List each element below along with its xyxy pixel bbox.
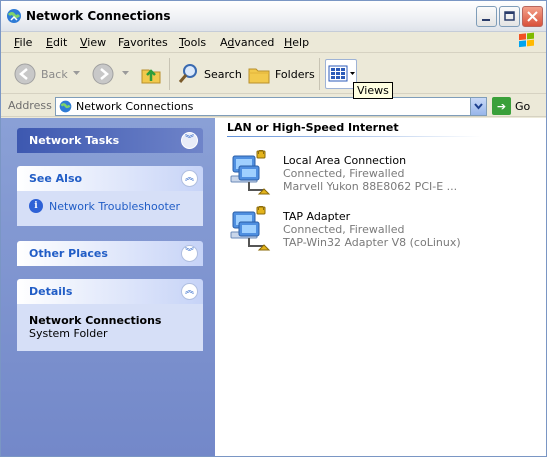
file-list-pane: LAN or High-Speed Internet Local Area Co… [215, 118, 546, 456]
menu-view[interactable]: View [80, 36, 106, 49]
toolbar-separator [319, 58, 320, 90]
network-troubleshooter-link[interactable]: i Network Troubleshooter [29, 199, 191, 213]
network-connections-icon [7, 9, 21, 23]
search-button[interactable]: Search [176, 60, 242, 88]
go-arrow-icon: ➔ [492, 97, 511, 115]
expand-chevron-icon[interactable]: ︾ [181, 132, 198, 149]
details-panel: Details ︽ Network Connections System Fol… [17, 279, 203, 351]
collapse-chevron-icon[interactable]: ︽ [181, 170, 198, 187]
menu-tools[interactable]: Tools [179, 36, 206, 49]
folders-icon [248, 68, 270, 84]
address-bar: Address Network Connections ➔ Go [1, 95, 546, 117]
lan-connection-icon [230, 206, 271, 251]
group-header: LAN or High-Speed Internet [227, 121, 399, 134]
network-tasks-panel: Network Tasks ︾ [17, 128, 203, 153]
lan-connection-icon [230, 150, 271, 195]
go-label: Go [515, 99, 531, 113]
explorer-window: Network Connections File Edit View Favor… [0, 0, 547, 457]
back-arrow-icon [14, 63, 36, 85]
connection-name: TAP Adapter [283, 210, 351, 223]
menu-bar: File Edit View Favorites Tools Advanced … [1, 32, 546, 53]
connection-device: Marvell Yukon 88E8062 PCI-E ... [283, 180, 458, 193]
forward-button[interactable] [91, 60, 115, 88]
see-also-panel: See Also ︽ i Network Troubleshooter [17, 166, 203, 226]
views-dropdown-icon [350, 72, 355, 75]
forward-dropdown-icon[interactable] [122, 71, 129, 76]
see-also-title: See Also [29, 172, 83, 185]
menu-file[interactable]: File [14, 36, 32, 49]
close-button[interactable] [522, 6, 543, 27]
group-divider [227, 136, 482, 137]
info-icon: i [29, 199, 43, 213]
chevron-down-icon [474, 103, 483, 110]
menu-edit[interactable]: Edit [46, 36, 67, 49]
back-button[interactable]: Back [13, 60, 68, 88]
folders-label: Folders [275, 67, 315, 81]
title-bar: Network Connections [1, 1, 546, 32]
other-places-header[interactable]: Other Places ︾ [17, 241, 203, 266]
expand-chevron-icon[interactable]: ︾ [181, 245, 198, 262]
views-grid-icon [328, 65, 355, 82]
details-header[interactable]: Details ︽ [17, 279, 203, 304]
windows-logo-icon [519, 32, 534, 48]
menu-favorites[interactable]: Favorites [118, 36, 168, 49]
toolbar-separator [169, 58, 170, 90]
minimize-icon [482, 19, 490, 21]
connection-device: TAP-Win32 Adapter V8 (coLinux) [283, 236, 461, 249]
connection-item[interactable]: TAP Adapter Connected, Firewalled TAP-Wi… [229, 206, 529, 256]
address-value: Network Connections [76, 100, 194, 113]
collapse-chevron-icon[interactable]: ︽ [181, 283, 198, 300]
search-label: Search [204, 67, 242, 81]
up-folder-icon [141, 69, 161, 84]
menu-advanced[interactable]: Advanced [220, 36, 274, 49]
other-places-panel: Other Places ︾ [17, 241, 203, 266]
network-troubleshooter-label: Network Troubleshooter [49, 199, 181, 213]
network-connections-icon [59, 100, 72, 113]
task-pane: Network Tasks ︾ See Also ︽ i Network Tro… [1, 118, 215, 456]
folders-button[interactable]: Folders [247, 60, 315, 88]
details-folder-type: System Folder [29, 327, 108, 340]
minimize-button[interactable] [476, 6, 497, 27]
back-label: Back [41, 67, 68, 81]
connection-status: Connected, Firewalled [283, 223, 405, 236]
menu-help[interactable]: Help [284, 36, 309, 49]
toolbar: Back Search Folders [1, 54, 546, 94]
other-places-title: Other Places [29, 247, 108, 260]
forward-arrow-icon [92, 63, 114, 85]
address-input[interactable]: Network Connections [55, 97, 487, 116]
views-tooltip: Views [353, 82, 393, 99]
network-tasks-title: Network Tasks [29, 134, 120, 147]
connection-item[interactable]: Local Area Connection Connected, Firewal… [229, 150, 529, 200]
details-body: Network Connections System Folder [17, 304, 203, 351]
window-title: Network Connections [26, 9, 171, 23]
back-dropdown-icon[interactable] [73, 71, 80, 76]
go-button[interactable]: ➔ Go [492, 97, 530, 115]
maximize-button[interactable] [499, 6, 520, 27]
see-also-header[interactable]: See Also ︽ [17, 166, 203, 191]
up-folder-button[interactable] [139, 60, 163, 88]
connection-name: Local Area Connection [283, 154, 407, 167]
see-also-body: i Network Troubleshooter [17, 191, 203, 226]
address-label: Address [8, 99, 52, 112]
close-icon [527, 11, 538, 22]
connection-status: Connected, Firewalled [283, 167, 405, 180]
details-folder-name: Network Connections [29, 314, 162, 327]
maximize-icon [504, 11, 515, 21]
network-tasks-header[interactable]: Network Tasks ︾ [17, 128, 203, 153]
search-icon [178, 64, 197, 83]
address-dropdown-button[interactable] [470, 98, 486, 115]
details-title: Details [29, 285, 73, 298]
